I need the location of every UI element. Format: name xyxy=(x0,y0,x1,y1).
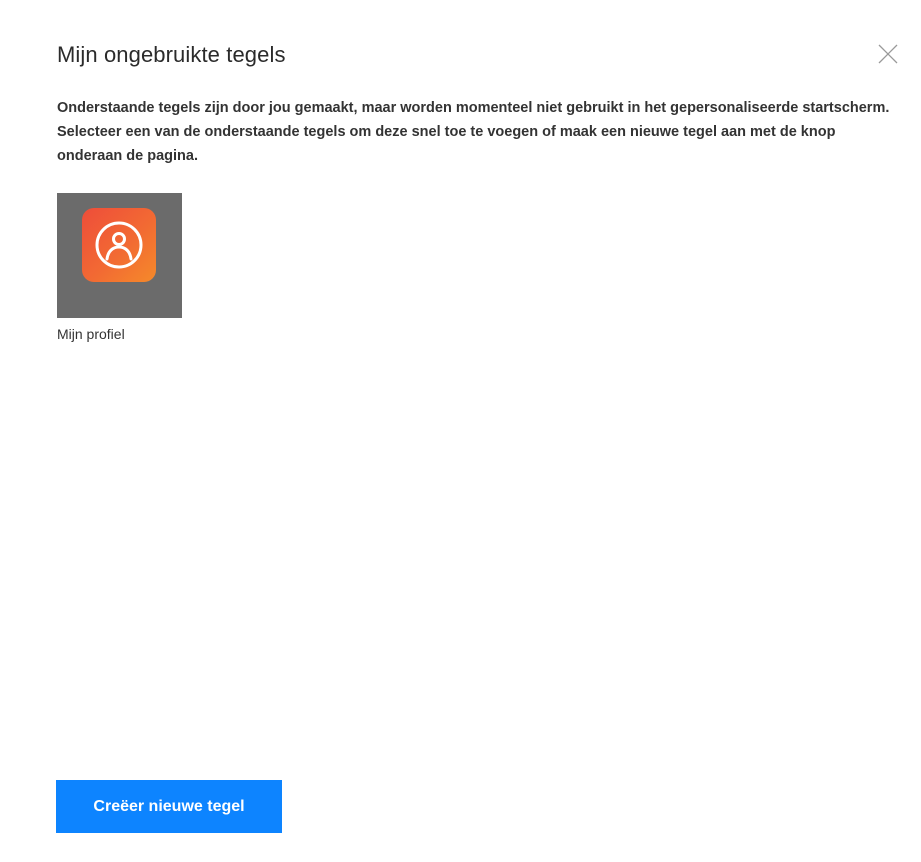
user-profile-icon xyxy=(82,208,156,282)
dialog-description: Onderstaande tegels zijn door jou gemaak… xyxy=(57,100,890,164)
dialog-title: Mijn ongebruikte tegels xyxy=(57,42,286,67)
tile-mijn-profiel[interactable]: Mijn profiel xyxy=(57,193,182,342)
tile-label: Mijn profiel xyxy=(57,326,125,342)
close-icon[interactable] xyxy=(876,42,900,66)
create-new-tile-button[interactable]: Creëer nieuwe tegel xyxy=(56,780,282,833)
tile-image xyxy=(57,193,182,318)
unused-tiles-dialog: Mijn ongebruikte tegels Onderstaande teg… xyxy=(0,0,921,862)
